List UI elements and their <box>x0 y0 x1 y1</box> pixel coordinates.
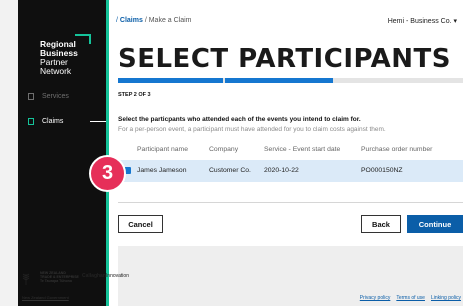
cell-company: Customer Co. <box>209 167 251 174</box>
callaghan-logo: CallaghanInnovation <box>82 273 129 279</box>
callaghan-bold: Callaghan <box>82 273 106 279</box>
breadcrumb-current: / Make a Claim <box>144 17 192 24</box>
divider <box>118 202 463 203</box>
column-header-date: Service - Event start date <box>264 146 341 153</box>
sidebar-item-label: Services <box>42 93 69 100</box>
nzte-logo: NEW ZEALAND TRADE & ENTERPRISE Te Taurap… <box>40 271 79 283</box>
footer-links: Privacy policy Terms of use Linking poli… <box>360 295 461 301</box>
step-number-badge: 3 <box>89 155 126 192</box>
instructions-sub: For a per-person event, a participant mu… <box>118 126 386 133</box>
main-content: / Claims / Make a Claim Hemi - Business … <box>109 0 463 306</box>
cell-po-number: PO000150NZ <box>361 167 403 174</box>
privacy-policy-link[interactable]: Privacy policy <box>360 295 391 301</box>
sidebar-item-claims[interactable]: Claims <box>28 118 63 125</box>
terms-of-use-link[interactable]: Terms of use <box>396 295 425 301</box>
column-header-participant: Participant name <box>137 146 189 153</box>
document-icon <box>28 118 34 125</box>
nzte-line: Te Taurapa Tūhono <box>40 279 72 283</box>
logo-line: Network <box>40 66 72 76</box>
continue-button[interactable]: Continue <box>407 215 463 233</box>
table-row[interactable]: James Jameson Customer Co. 2020-10-22 PO… <box>118 160 463 182</box>
back-button[interactable]: Back <box>361 215 401 233</box>
sidebar-item-services[interactable]: Services <box>28 93 69 100</box>
breadcrumb-claims-link[interactable]: Claims <box>120 17 143 24</box>
govt-link[interactable]: New Zealand Government <box>22 295 69 300</box>
user-menu[interactable]: Hemi - Business Co. ▾ <box>388 17 457 25</box>
logo-mark-top <box>75 34 91 36</box>
app-frame: Regional Business Partner Network Servic… <box>0 0 463 306</box>
cell-participant-name: James Jameson <box>137 167 187 174</box>
logo[interactable]: Regional Business Partner Network <box>40 40 78 76</box>
fern-icon <box>22 273 30 285</box>
page-title: SELECT PARTICIPANTS <box>118 44 452 74</box>
column-header-company: Company <box>209 146 239 153</box>
active-indicator <box>90 121 106 122</box>
step-progress-bar <box>118 78 463 83</box>
progress-segment-2 <box>225 78 333 83</box>
column-header-po: Purchase order number <box>361 146 433 153</box>
breadcrumb: / Claims / Make a Claim <box>116 17 192 24</box>
step-indicator: STEP 2 OF 3 <box>118 92 151 98</box>
linking-policy-link[interactable]: Linking policy <box>431 295 461 301</box>
progress-segment-1 <box>118 78 223 83</box>
callaghan-rest: Innovation <box>105 273 129 279</box>
cell-date: 2020-10-22 <box>264 167 299 174</box>
cancel-button[interactable]: Cancel <box>118 215 163 233</box>
breadcrumb-separator: / <box>116 17 118 24</box>
sidebar-item-label: Claims <box>42 118 64 125</box>
instructions: Select the particpants who attended each… <box>118 116 361 123</box>
square-icon <box>28 93 34 100</box>
